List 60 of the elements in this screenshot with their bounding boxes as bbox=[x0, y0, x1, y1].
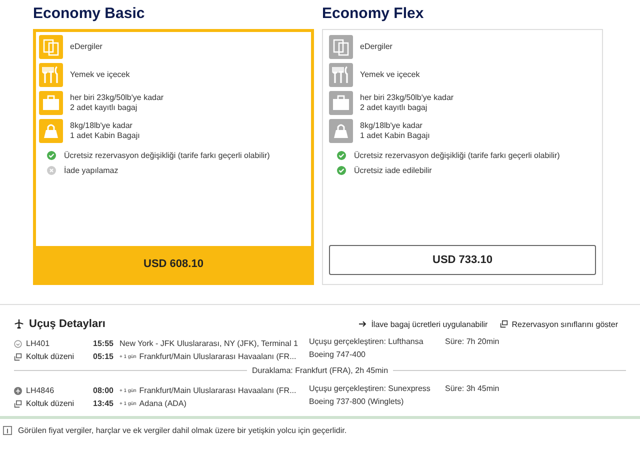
feature-text: 8kg/18lb'ye kadar bbox=[360, 121, 424, 131]
price-button[interactable]: USD 608.10 bbox=[36, 246, 311, 282]
departure-time: 08:00 bbox=[93, 386, 114, 395]
airplane-icon bbox=[14, 319, 24, 329]
feature-text: 8kg/18lb'ye kadar bbox=[70, 121, 134, 131]
magazine-icon bbox=[329, 35, 353, 59]
condition-text: Ücretsiz iade edilebilir bbox=[354, 166, 432, 175]
window-icon bbox=[500, 320, 508, 328]
feature-text: eDergiler bbox=[70, 42, 102, 52]
feature-text: her biri 23kg/50lb'ye kadar bbox=[70, 93, 164, 103]
bag-icon bbox=[39, 119, 63, 143]
feature-text: her biri 23kg/50lb'ye kadar bbox=[360, 93, 454, 103]
flight-number: LH4846 bbox=[26, 386, 54, 395]
section-title: Uçuş Detayları bbox=[29, 318, 106, 330]
feature-text: 1 adet Kabin Bagajı bbox=[70, 131, 140, 141]
flight-number: LH401 bbox=[26, 339, 50, 348]
arrow-icon bbox=[359, 320, 368, 328]
seat-map-link[interactable]: Koltuk düzeni bbox=[26, 352, 74, 361]
condition-text: Ücretsiz rezervasyon değişikliği (tarife farkı geçerli olabilir) bbox=[64, 151, 270, 160]
arrival-time: 05:15 bbox=[93, 352, 114, 361]
feature-text: 2 adet kayıtlı bagaj bbox=[70, 103, 138, 113]
seat-map-link[interactable]: Koltuk düzeni bbox=[26, 399, 74, 408]
fare-title: Economy Basic bbox=[33, 5, 146, 23]
feature-text: eDergiler bbox=[360, 42, 392, 52]
fare-title: Economy Flex bbox=[322, 5, 425, 23]
feature-text: 1 adet Kabin Bagajı bbox=[360, 131, 430, 141]
arrival-airport: Frankfurt/Main Uluslararası Havaalanı (FR... bbox=[139, 352, 296, 361]
condition-text: Ücretsiz rezervasyon değişikliği (tarife farkı geçerli olabilir) bbox=[354, 151, 560, 160]
arrival-airport: Adana (ADA) bbox=[139, 399, 186, 408]
layover-text: Duraklama: Frankfurt (FRA), 2h 45min bbox=[252, 366, 388, 375]
booking-classes-link[interactable]: Rezervasyon sınıflarını göster bbox=[512, 320, 618, 328]
arrival-time: 13:45 bbox=[93, 399, 114, 408]
duration-text: Süre: 3h 45min bbox=[445, 384, 500, 393]
window-icon bbox=[14, 400, 22, 408]
bag-icon bbox=[329, 119, 353, 143]
fare-card[interactable] bbox=[322, 29, 603, 285]
departure-time: 15:55 bbox=[93, 339, 114, 348]
departure-airport: New York - JFK Uluslararası, NY (JFK), Terminal 1 bbox=[119, 339, 298, 348]
condition-text: İade yapılamaz bbox=[64, 166, 118, 175]
departure-airport: Frankfurt/Main Uluslararası Havaalanı (FR... bbox=[139, 386, 296, 395]
airplane-badge-icon bbox=[14, 386, 22, 394]
operator-text: Uçuşu gerçekleştiren: Lufthansa bbox=[309, 337, 424, 347]
cutlery-icon bbox=[39, 63, 63, 87]
footnote-text: Görülen fiyat vergiler, harçlar ve ek vergiler dahil olmak üzere bir yetişkin yolcu için geçerlidir. bbox=[18, 426, 347, 435]
operator-text: Uçuşu gerçekleştiren: Sunexpress bbox=[309, 384, 432, 394]
suitcase-icon bbox=[329, 91, 353, 115]
price-button[interactable]: USD 733.10 bbox=[329, 245, 596, 275]
feature-text: Yemek ve içecek bbox=[70, 70, 130, 80]
cutlery-icon bbox=[329, 63, 353, 87]
info-icon bbox=[3, 426, 12, 435]
feature-text: Yemek ve içecek bbox=[360, 70, 420, 80]
duration-text: Süre: 7h 20min bbox=[445, 337, 500, 346]
baggage-link[interactable]: İlave bagaj ücretleri uygulanabilir bbox=[371, 320, 488, 328]
aircraft-text: Boeing 747-400 bbox=[309, 350, 366, 360]
clock-icon bbox=[14, 340, 22, 348]
feature-text: 2 adet kayıtlı bagaj bbox=[360, 103, 428, 113]
magazine-icon bbox=[39, 35, 63, 59]
aircraft-text: Boeing 737-800 (Winglets) bbox=[309, 397, 405, 407]
suitcase-icon bbox=[39, 91, 63, 115]
window-icon bbox=[14, 352, 22, 360]
